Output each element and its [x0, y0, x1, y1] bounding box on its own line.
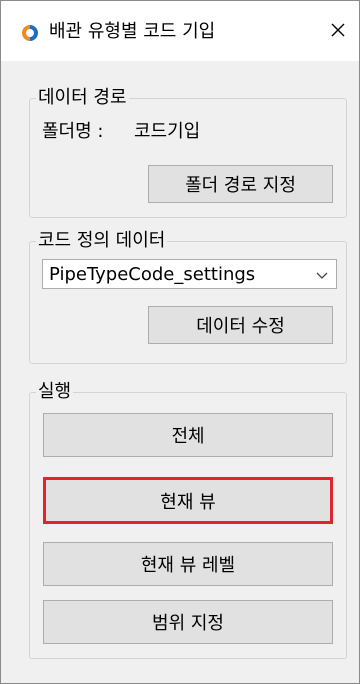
edit-data-button[interactable]: 데이터 수정: [148, 306, 333, 344]
window-title: 배관 유형별 코드 기입: [49, 21, 216, 42]
set-folder-path-button[interactable]: 폴더 경로 지정: [148, 165, 333, 203]
run-all-button[interactable]: 전체: [43, 413, 333, 457]
settings-dropdown[interactable]: PipeTypeCode_settings: [42, 259, 337, 289]
data-path-group-title: 데이터 경로: [36, 86, 129, 110]
code-data-group-title: 코드 정의 데이터: [36, 229, 168, 253]
title-bar: 배관 유형별 코드 기입: [1, 1, 359, 61]
folder-name-value: 코드기입: [134, 121, 201, 142]
dialog-window: 배관 유형별 코드 기입 데이터 경로 폴더명 : 코드기입 폴더 경로 지정 …: [0, 0, 360, 684]
run-group-title: 실행: [36, 380, 74, 404]
code-data-group: 코드 정의 데이터 PipeTypeCode_settings 데이터 수정: [29, 229, 347, 364]
folder-name-label: 폴더명 :: [42, 121, 104, 142]
close-icon: [331, 23, 345, 37]
run-current-view-button[interactable]: 현재 뷰: [43, 477, 333, 524]
settings-dropdown-value: PipeTypeCode_settings: [49, 263, 256, 285]
data-path-group: 데이터 경로 폴더명 : 코드기입 폴더 경로 지정: [29, 86, 347, 218]
chevron-down-icon: [316, 272, 328, 279]
app-logo-icon: [22, 25, 38, 41]
close-button[interactable]: [323, 15, 353, 45]
run-group: 실행 전체 현재 뷰 현재 뷰 레벨 범위 지정: [29, 380, 347, 659]
run-current-view-level-button[interactable]: 현재 뷰 레벨: [43, 542, 333, 586]
run-set-range-button[interactable]: 범위 지정: [43, 600, 333, 644]
